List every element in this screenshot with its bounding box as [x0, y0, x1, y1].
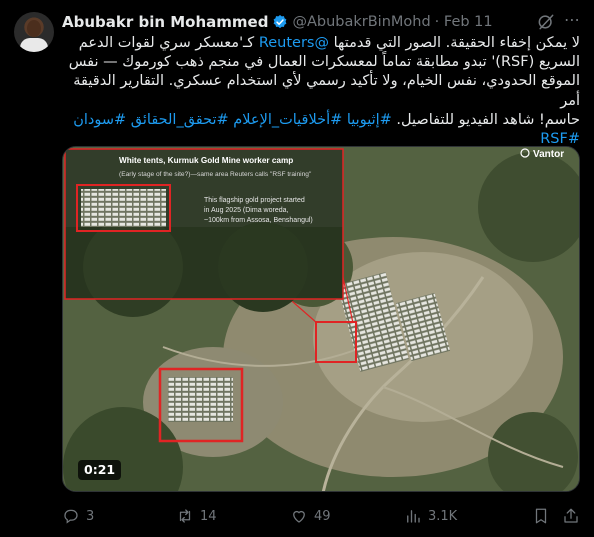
views-count: 3.1K: [428, 508, 458, 524]
like-button[interactable]: 49: [290, 505, 331, 527]
tweet-line4: حاسم! شاهد الفيديو للتفاصيل.: [396, 111, 580, 128]
repost-count: 14: [200, 508, 217, 524]
inset-title: White tents, Kurmuk Gold Mine worker cam…: [119, 156, 293, 165]
tweet-line1b: كـ'معسكر سري لقوات الدعم: [78, 35, 255, 51]
inset-note-3: ~100km from Assosa, Benshangul): [204, 217, 313, 224]
author-name[interactable]: Abubakr bin Mohammed: [62, 13, 268, 31]
heart-icon: [293, 510, 305, 523]
video-player[interactable]: White tents, Kurmuk Gold Mine worker cam…: [62, 146, 580, 492]
inset-note-1: This flagship gold project started: [204, 197, 305, 204]
more-options-icon[interactable]: ⋯: [560, 10, 584, 32]
tweet-text: لا يمكن إخفاء الحقيقة. الصور التي قدمتها…: [62, 34, 580, 149]
video-duration: 0:21: [78, 460, 122, 480]
watermark-text: Vantor: [533, 149, 564, 160]
analytics-icon: [407, 510, 420, 523]
reply-button[interactable]: 3: [62, 505, 94, 527]
hashtag-rsf-link[interactable]: #RSF: [540, 131, 580, 147]
hashtags-link[interactable]: #إثيوبيا #أخلاقيات_الإعلام #تحقق_الحقائق…: [73, 112, 392, 128]
reply-count: 3: [86, 508, 95, 524]
tweet-line2: السريع (RSF)' تبدو مطابقة تماماً لمعسكرا…: [68, 54, 580, 71]
tweet-line1: لا يمكن إخفاء الحقيقة. الصور التي قدمتها: [333, 35, 580, 51]
grok-icon[interactable]: [536, 12, 556, 32]
reply-icon: [64, 509, 78, 524]
repost-button[interactable]: 14: [176, 505, 217, 527]
avatar[interactable]: [14, 12, 54, 52]
tweet-header: Abubakr bin Mohammed @AbubakrBinMohd · F…: [62, 12, 493, 32]
like-count: 49: [314, 508, 331, 524]
action-bar: 3 14 49 3.1K: [62, 505, 582, 527]
satellite-image: White tents, Kurmuk Gold Mine worker cam…: [63, 147, 579, 491]
bookmark-button[interactable]: [532, 505, 550, 527]
tweet-date[interactable]: · Feb 11: [435, 14, 493, 30]
views-button[interactable]: 3.1K: [404, 505, 457, 527]
mention-link[interactable]: @Reuters: [259, 35, 329, 51]
share-icon: [564, 508, 578, 523]
verified-badge-icon: [274, 15, 287, 29]
inset-subtitle: (Early stage of the site?)—same area Reu…: [119, 171, 312, 178]
bookmark-icon: [535, 508, 547, 524]
repost-icon: [179, 509, 191, 523]
inset-note-2: in Aug 2025 (Dima woreda,: [204, 207, 288, 214]
share-button[interactable]: [562, 505, 580, 527]
tweet-line3: الموقع الحدودي، نفس الخيام، ولا تأكيد رس…: [73, 73, 580, 109]
author-handle[interactable]: @AbubakrBinMohd: [292, 14, 430, 30]
